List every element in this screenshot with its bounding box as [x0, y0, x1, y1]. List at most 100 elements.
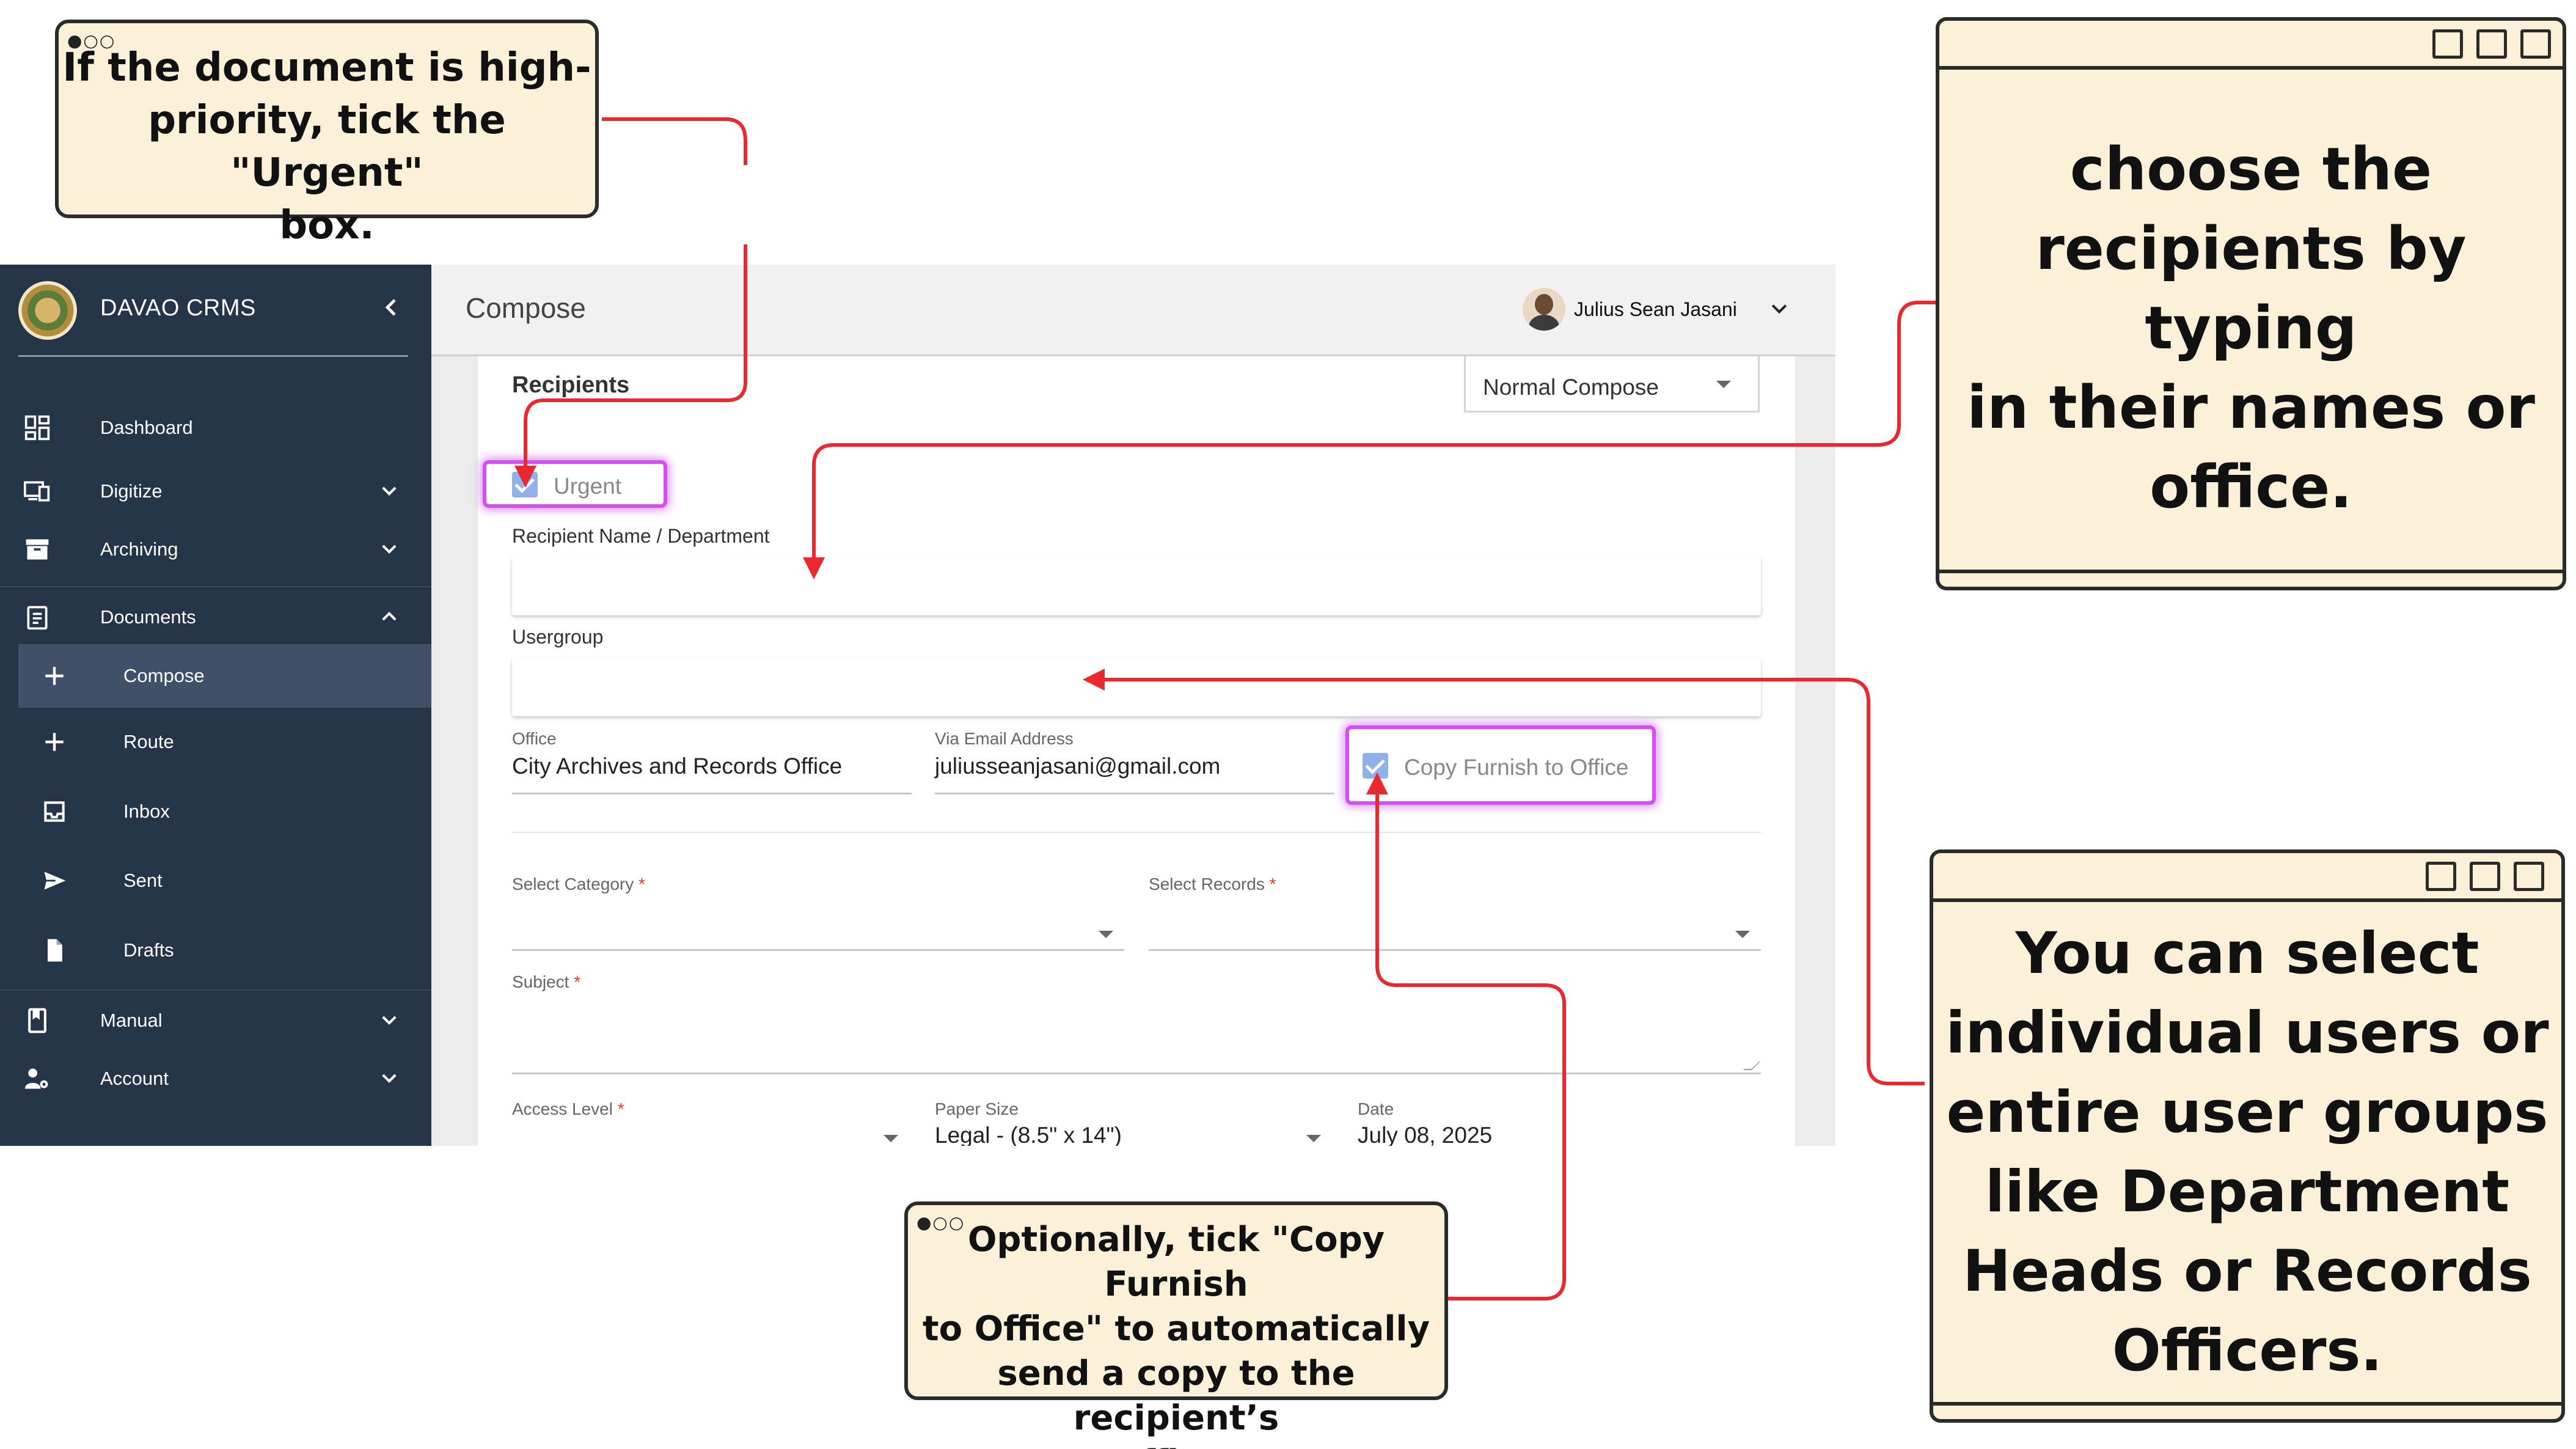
records-label: Select Records * [1149, 875, 1276, 894]
app-window: DAVAO CRMS Dashboard Digitize Archiving … [0, 265, 1835, 1146]
note-line: like Department [1985, 1159, 2510, 1225]
sidebar-item-label: Drafts [123, 939, 174, 961]
paper-label: Paper Size [935, 1099, 1019, 1118]
window-titlebar [1939, 21, 2563, 70]
collapse-sidebar-icon[interactable] [379, 294, 403, 321]
sidebar-item-compose[interactable]: Compose [18, 644, 431, 708]
required-mark: * [617, 1099, 624, 1118]
dropdown-caret-icon [1735, 931, 1750, 938]
sidebar-item-label: Inbox [123, 801, 170, 822]
dropdown-caret-icon [884, 1135, 898, 1142]
sidebar: DAVAO CRMS Dashboard Digitize Archiving … [0, 265, 431, 1146]
sidebar-item-label: Documents [100, 606, 196, 628]
sidebar-divider [0, 989, 431, 991]
usergroup-input[interactable] [512, 658, 1761, 716]
email-field[interactable]: juliusseanjasani@gmail.com [935, 754, 1220, 779]
note-line: choose the [2069, 135, 2432, 204]
sidebar-item-label: Route [123, 731, 174, 752]
compose-mode-select[interactable]: Normal Compose [1464, 356, 1760, 413]
recipients-tip-window: choose the recipients by typing in their… [1936, 17, 2566, 590]
sidebar-item-dashboard[interactable]: Dashboard [0, 400, 431, 455]
dropdown-caret-icon [1099, 931, 1113, 938]
note-line: box. [279, 203, 375, 248]
email-label: Via Email Address [935, 729, 1074, 748]
category-select[interactable] [512, 949, 1124, 951]
clipboard-icon [27, 606, 48, 630]
note-line: office. [908, 1440, 1444, 1449]
access-label: Access Level * [512, 1099, 624, 1119]
note-line: in their names or [1967, 373, 2535, 442]
window-footer-line [1939, 570, 2563, 573]
devices-icon [24, 481, 50, 502]
office-underline [512, 793, 912, 794]
sidebar-item-manual[interactable]: Manual [0, 993, 431, 1048]
copy-furnish-tip-text: Optionally, tick "Copy Furnish to Office… [908, 1217, 1444, 1449]
copy-furnish-checkbox[interactable] [1363, 753, 1388, 779]
dashboard-icon [24, 415, 50, 441]
note-line: office. [2150, 453, 2352, 521]
email-underline [935, 793, 1334, 794]
sidebar-item-drafts[interactable]: Drafts [0, 923, 431, 978]
subject-textarea[interactable] [512, 1073, 1761, 1074]
sidebar-item-sent[interactable]: Sent [0, 853, 431, 908]
close-icon [2514, 862, 2544, 891]
maximize-icon [2476, 29, 2507, 59]
sidebar-item-inbox[interactable]: Inbox [0, 784, 431, 839]
category-label-text: Select Category [512, 875, 634, 893]
recipient-input[interactable] [512, 557, 1761, 615]
archive-box-icon [26, 539, 49, 560]
avatar[interactable] [1523, 288, 1565, 331]
section-title: Recipients [512, 372, 630, 398]
subject-label: Subject * [512, 972, 580, 992]
page-title: Compose [466, 292, 586, 324]
note-line: priority, tick the "Urgent" [148, 98, 506, 196]
city-seal-logo [18, 281, 77, 340]
recipients-tip-text: choose the recipients by typing in their… [1945, 130, 2556, 527]
resize-handle-icon[interactable] [1743, 1062, 1760, 1070]
access-label-text: Access Level [512, 1099, 613, 1118]
groups-tip-text: You can select individual users or entir… [1939, 914, 2555, 1391]
note-line: send a copy to the recipient’s [997, 1354, 1355, 1438]
groups-tip-window: You can select individual users or entir… [1930, 849, 2565, 1423]
note-line: individual users or [1945, 1000, 2549, 1066]
window-titlebar [1933, 853, 2561, 902]
compose-mode-value: Normal Compose [1483, 375, 1659, 400]
note-line: If the document is high- [62, 45, 591, 90]
note-line: You can select [2015, 920, 2479, 987]
note-line: Officers. [2112, 1318, 2383, 1384]
urgent-tip-note: ●○○ If the document is high- priority, t… [55, 20, 599, 248]
chevron-down-icon [382, 1016, 397, 1025]
office-label: Office [512, 729, 557, 748]
date-field[interactable]: July 08, 2025 [1358, 1123, 1492, 1146]
note-line: entire user groups [1946, 1079, 2549, 1146]
dropdown-caret-icon [1306, 1135, 1321, 1142]
sidebar-item-route[interactable]: Route [0, 714, 431, 769]
urgent-checkbox[interactable] [512, 472, 538, 497]
plus-icon [45, 733, 64, 751]
brand-divider [18, 355, 408, 357]
minimize-icon [2432, 29, 2463, 59]
chevron-down-icon[interactable] [1767, 298, 1791, 320]
recipient-label: Recipient Name / Department [512, 525, 770, 547]
paper-size-select[interactable]: Legal - (8.5" x 14") [935, 1123, 1122, 1146]
date-label: Date [1358, 1099, 1394, 1118]
top-bar: Compose Julius Sean Jasani [431, 265, 1835, 356]
sidebar-item-archiving[interactable]: Archiving [0, 522, 431, 577]
urgent-label: Urgent [554, 474, 622, 499]
sidebar-item-digitize[interactable]: Digitize [0, 464, 431, 519]
note-line: Optionally, tick "Copy Furnish [967, 1220, 1385, 1304]
sidebar-item-label: Manual [100, 1010, 163, 1031]
required-mark: * [639, 875, 645, 893]
sidebar-item-account[interactable]: Account [0, 1051, 431, 1106]
records-select[interactable] [1149, 949, 1761, 951]
user-name[interactable]: Julius Sean Jasani [1574, 298, 1737, 321]
category-label: Select Category * [512, 875, 645, 894]
inbox-icon [44, 801, 65, 822]
minimize-icon [2426, 862, 2456, 891]
subject-label-text: Subject [512, 972, 569, 991]
compose-form: Recipients Normal Compose Urgent Recipie… [478, 356, 1795, 1146]
book-icon [28, 1008, 46, 1033]
sidebar-item-documents[interactable]: Documents [0, 590, 431, 645]
sidebar-item-label: Dashboard [100, 417, 193, 438]
sidebar-item-label: Archiving [100, 538, 178, 560]
